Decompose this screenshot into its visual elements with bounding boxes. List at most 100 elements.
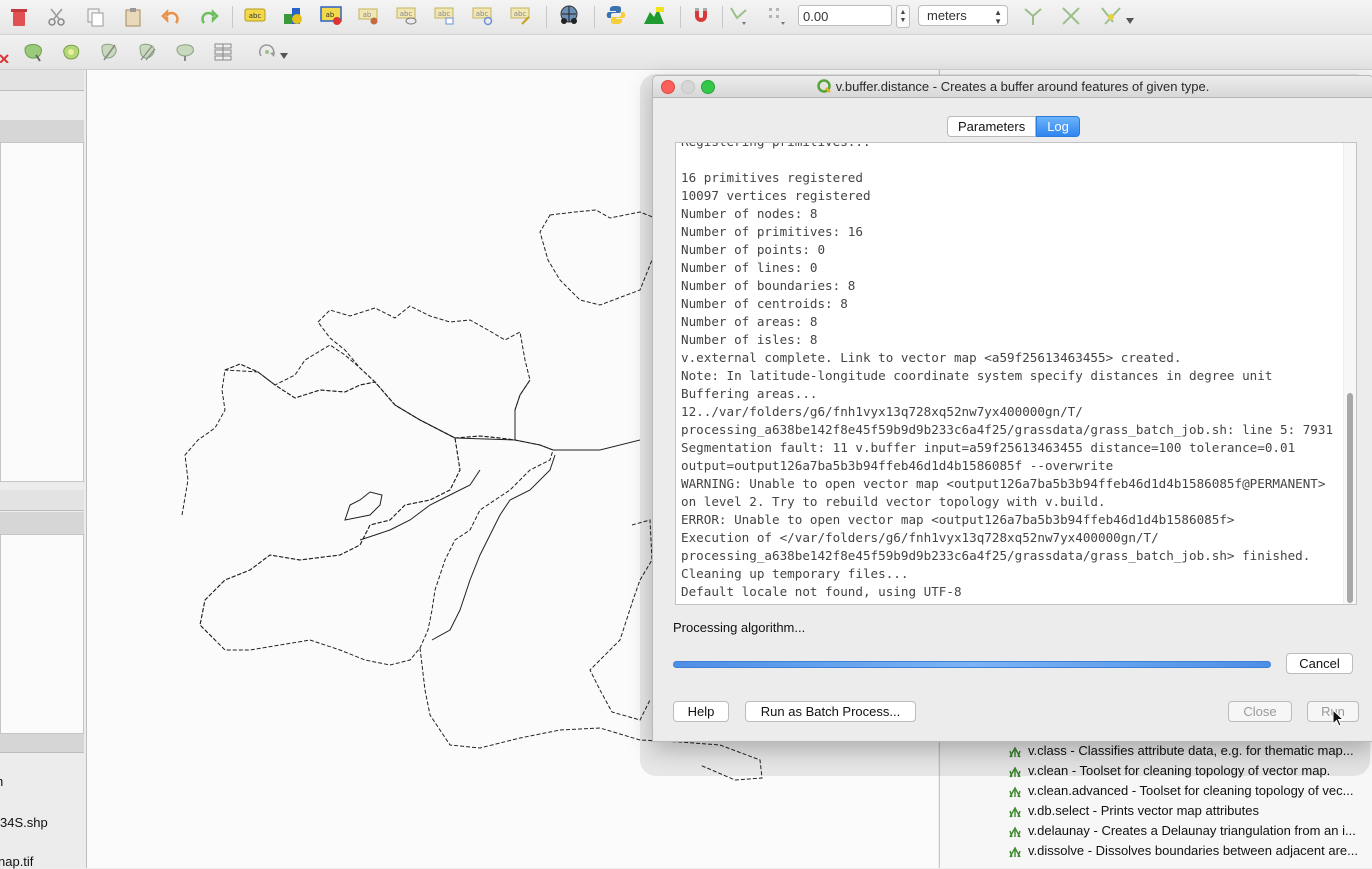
help-button[interactable]: Help [673, 701, 729, 722]
redo-icon[interactable] [198, 6, 220, 28]
browser-item[interactable]: 34S.shp [0, 815, 48, 830]
delete-part-icon[interactable] [0, 41, 10, 63]
chevron-down-icon[interactable] [1124, 8, 1136, 30]
log-line: WARNING: Unable to open vector map <outp… [681, 476, 1326, 491]
mouse-cursor-icon [1332, 709, 1345, 727]
split-features-icon[interactable] [98, 41, 120, 63]
algorithm-item[interactable]: v.dissolve - Dissolves boundaries betwee… [1008, 843, 1358, 858]
split-parts-icon[interactable] [136, 41, 158, 63]
snapping-magnet-icon[interactable] [690, 4, 712, 26]
snap-vertex-icon[interactable] [728, 4, 750, 26]
log-line: Buffering areas... [681, 386, 818, 401]
svg-text:abc: abc [476, 10, 489, 18]
svg-text:ab: ab [326, 11, 335, 19]
log-scrollbar[interactable] [1343, 143, 1356, 604]
algorithm-item[interactable]: v.db.select - Prints vector map attribut… [1008, 803, 1259, 818]
algorithm-dialog: v.buffer.distance - Creates a buffer aro… [652, 75, 1372, 742]
merge-features-icon[interactable] [174, 41, 196, 63]
algorithm-label: v.dissolve - Dissolves boundaries betwee… [1028, 843, 1358, 858]
grass-icon [1009, 786, 1021, 797]
grass-tools-icon[interactable] [558, 4, 580, 26]
snap-intersection-icon[interactable] [1100, 5, 1122, 27]
log-output[interactable]: Registering primitives... 16 primitives … [675, 142, 1357, 605]
qgis-logo-icon [816, 79, 831, 93]
dialog-titlebar[interactable]: v.buffer.distance - Creates a buffer aro… [653, 76, 1372, 98]
log-line: v.external complete. Link to vector map … [681, 350, 1182, 365]
grass-icon [1009, 806, 1021, 817]
avoid-intersections-icon[interactable] [1060, 5, 1082, 27]
log-line: Number of boundaries: 8 [681, 278, 856, 293]
log-line: Number of lines: 0 [681, 260, 818, 275]
layer-tree[interactable] [0, 142, 84, 482]
log-line: output=output126a7ba5b3b94ffeb46d1d4b158… [681, 458, 1114, 473]
log-lines: Registering primitives... 16 primitives … [681, 143, 1342, 601]
copy-icon[interactable] [84, 6, 106, 28]
snap-units-select[interactable]: meters ▲ ▼ [918, 5, 1008, 26]
log-line: 10097 vertices registered [681, 188, 871, 203]
snap-grid-icon[interactable] [766, 4, 788, 26]
log-line: processing_a638be142f8e45f59b9d9b233c6a4… [681, 422, 1334, 437]
log-line: Number of primitives: 16 [681, 224, 863, 239]
label-icon[interactable]: abc [244, 4, 266, 26]
snap-tolerance-input[interactable]: 0.00 [798, 5, 892, 26]
svg-text:ab: ab [363, 11, 372, 19]
svg-text:abc: abc [400, 10, 413, 18]
panel-title-bar [0, 512, 84, 535]
svg-text:abc: abc [438, 10, 451, 18]
raster-terrain-icon[interactable] [643, 4, 665, 26]
python-console-icon[interactable] [605, 4, 627, 26]
layers-panel: h 34S.shp nap.tif [0, 70, 87, 869]
merge-attributes-icon[interactable] [212, 41, 234, 63]
log-line: Number of areas: 8 [681, 314, 818, 329]
log-line: Note: In latitude-longitude coordinate s… [681, 368, 1273, 383]
run-as-batch-button[interactable]: Run as Batch Process... [745, 701, 916, 722]
delete-icon[interactable] [8, 6, 30, 28]
browser-item[interactable]: nap.tif [0, 854, 33, 869]
diagram-icon[interactable] [282, 4, 304, 26]
snap-tolerance-spinner[interactable]: ▲ ▼ [896, 5, 910, 28]
select-arrows-icon: ▲ ▼ [994, 8, 1002, 26]
label-rotate-icon[interactable]: abc [472, 4, 494, 26]
browser-item[interactable]: h [0, 774, 3, 789]
paste-icon[interactable] [122, 6, 144, 28]
dialog-title-text: v.buffer.distance - Creates a buffer aro… [835, 79, 1210, 94]
chevron-down-icon[interactable] [278, 45, 290, 67]
browser-tree[interactable] [0, 534, 84, 734]
dialog-title: v.buffer.distance - Creates a buffer aro… [653, 79, 1372, 94]
close-button[interactable]: Close [1228, 701, 1292, 722]
snap-units-value: meters [927, 8, 967, 23]
fill-ring-icon[interactable] [60, 41, 82, 63]
progress-bar [673, 661, 1271, 668]
log-line: 12../var/folders/g6/fnh1vyx13q728xq52nw7… [681, 404, 1083, 419]
algorithm-label: v.delaunay - Creates a Delaunay triangul… [1028, 823, 1356, 838]
grass-icon [1009, 846, 1021, 857]
label-edit-icon[interactable]: abc [510, 4, 532, 26]
add-ring-icon[interactable] [22, 41, 44, 63]
algorithm-item[interactable]: v.delaunay - Creates a Delaunay triangul… [1008, 823, 1356, 838]
label-move-arrow-icon[interactable]: abc [434, 4, 456, 26]
log-line: Execution of </var/folders/g6/fnh1vyx13q… [681, 530, 1159, 545]
panel-title-bar [0, 120, 84, 143]
algorithm-label: v.db.select - Prints vector map attribut… [1028, 803, 1259, 818]
cut-icon[interactable] [46, 6, 68, 28]
label-move-icon[interactable]: ab [358, 4, 380, 26]
undo-icon[interactable] [160, 6, 182, 28]
log-line: Number of centroids: 8 [681, 296, 848, 311]
main-toolbar: abc ab ab abc abc abc abc 0.00 ▲ ▼ meter… [0, 0, 1372, 35]
tab-parameters[interactable]: Parameters [947, 116, 1037, 137]
log-line: Default locale not found, using UTF-8 [681, 584, 962, 599]
log-line: processing_a638be142f8e45f59b9d9b233c6a4… [681, 548, 1311, 563]
rotate-point-symbols-icon[interactable] [256, 41, 278, 63]
topology-edit-icon[interactable] [1022, 5, 1044, 27]
label-pin-icon[interactable]: ab [320, 4, 342, 26]
log-line: on level 2. Try to rebuild vector topolo… [681, 494, 1106, 509]
tab-log[interactable]: Log [1036, 116, 1080, 137]
log-line: Segmentation fault: 11 v.buffer input=a5… [681, 440, 1296, 455]
log-scrollbar-thumb[interactable] [1347, 393, 1353, 603]
svg-text:abc: abc [249, 12, 262, 20]
cancel-button[interactable]: Cancel [1286, 653, 1353, 674]
label-show-icon[interactable]: abc [396, 4, 418, 26]
log-line: Number of nodes: 8 [681, 206, 818, 221]
algorithm-item[interactable]: v.clean.advanced - Toolset for cleaning … [1008, 783, 1353, 798]
